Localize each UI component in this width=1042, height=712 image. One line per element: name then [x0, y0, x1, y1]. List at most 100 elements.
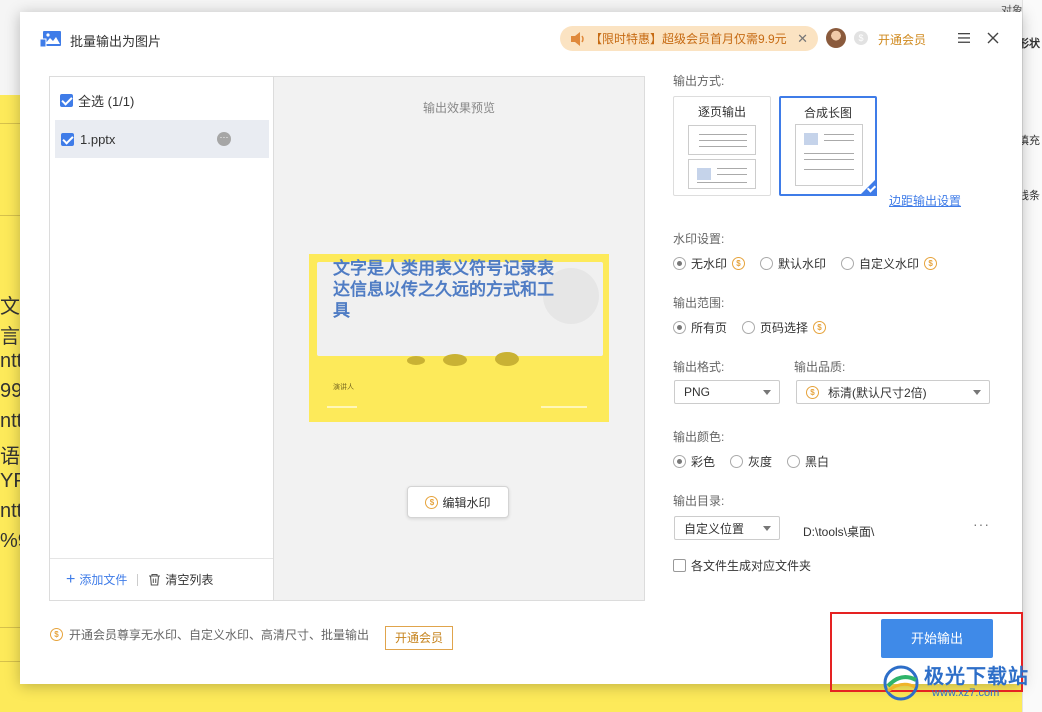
output-directory-label: 输出目录: [673, 494, 725, 508]
radio-page-selection[interactable]: 页码选择 $ [742, 319, 827, 336]
slide-decoration [495, 352, 519, 366]
vip-coin-icon: $ [813, 321, 827, 334]
vip-coin-icon: $ [732, 257, 746, 270]
color-options: 彩色 灰度 黑白 [673, 453, 844, 470]
vip-coin-icon: $ [425, 495, 439, 509]
doc-text: 语 [0, 446, 20, 468]
edit-watermark-label: 编辑水印 [442, 495, 491, 510]
long-image-thumb-icon [795, 124, 863, 186]
output-color-label: 输出颜色: [673, 430, 725, 444]
site-logo: 极光下载站 www.xz7.com [880, 660, 1038, 710]
edit-watermark-button[interactable]: $ 编辑水印 [407, 486, 509, 518]
chevron-down-icon [763, 390, 771, 395]
range-options: 所有页 页码选择 $ [673, 319, 841, 336]
footer-divider [137, 573, 139, 586]
mode-label: 合成长图 [803, 106, 852, 120]
batch-export-dialog: 批量输出为图片 【限时特惠】超级会员首月仅需9.9元 ✕ $ 开通会员 全选 (… [20, 12, 1022, 684]
format-select[interactable]: PNG [674, 380, 780, 404]
output-range-label: 输出范围: [673, 296, 725, 310]
subfolder-checkbox[interactable]: 各文件生成对应文件夹 [673, 557, 811, 574]
radio-label: 页码选择 [760, 321, 809, 335]
radio-icon [730, 455, 744, 468]
browse-more-icon[interactable]: ··· [973, 516, 990, 532]
preview-title: 输出效果预览 [422, 101, 495, 115]
promo-close-icon[interactable]: ✕ [797, 31, 808, 47]
subfolder-label: 各文件生成对应文件夹 [691, 559, 812, 573]
slide-decoration [327, 406, 357, 408]
page-thumb-icon [688, 159, 756, 189]
site-logo-url: www.xz7.com [932, 687, 1000, 699]
dialog-title: 批量输出为图片 [70, 34, 162, 49]
chevron-down-icon [973, 390, 981, 395]
quality-select-value: 标清(默认尺寸2倍) [828, 385, 927, 400]
checkbox-icon [673, 559, 686, 572]
doc-text: ntt [0, 410, 20, 432]
select-all-checkbox[interactable]: 全选 (1/1) [60, 91, 134, 110]
radio-no-watermark[interactable]: 无水印 $ [673, 255, 746, 272]
slide-title: 文字是人类用表义符号记录表达信息以传之久远的方式和工具 [333, 259, 554, 320]
select-all-check-icon [60, 94, 73, 107]
watermark-settings-label: 水印设置: [673, 232, 725, 246]
aurora-logo-icon [883, 665, 919, 701]
slide-decoration [541, 406, 587, 408]
radio-default-watermark[interactable]: 默认水印 [760, 255, 826, 272]
margin-settings-link[interactable]: 边距输出设置 [889, 192, 961, 209]
vip-note: $ 开通会员尊享无水印、自定义水印、高清尺寸、批量输出 [50, 626, 369, 643]
radio-color[interactable]: 彩色 [673, 453, 715, 470]
radio-custom-watermark[interactable]: 自定义水印 $ [841, 255, 938, 272]
radio-label: 自定义水印 [859, 257, 920, 271]
open-vip-button[interactable]: 开通会员 [385, 626, 453, 650]
menu-icon[interactable] [957, 31, 971, 45]
output-quality-label: 输出品质: [794, 360, 846, 374]
radio-icon [760, 257, 774, 270]
radio-icon [787, 455, 801, 468]
more-options-icon[interactable]: ··· [217, 132, 231, 146]
file-name: 1.pptx [80, 131, 116, 147]
doc-text: 言 [0, 326, 20, 348]
clear-list-label: 清空列表 [165, 573, 214, 587]
file-list-item[interactable]: 1.pptx ··· [55, 120, 269, 158]
file-list-panel: 全选 (1/1) 1.pptx ··· + 添加文件 清空列表 [49, 76, 273, 601]
doc-text: YP [0, 470, 20, 492]
radio-black-white[interactable]: 黑白 [787, 453, 829, 470]
radio-label: 无水印 [691, 257, 728, 271]
promo-banner[interactable]: 【限时特惠】超级会员首月仅需9.9元 ✕ [560, 26, 818, 51]
file-check-icon[interactable] [61, 132, 74, 146]
slide-decoration [407, 356, 425, 365]
chevron-down-icon [763, 526, 771, 531]
select-all-label: 全选 (1/1) [78, 94, 135, 109]
add-file-button[interactable]: + 添加文件 [66, 571, 127, 588]
doc-text: 99 [0, 380, 20, 402]
vip-note-text: 开通会员尊享无水印、自定义水印、高清尺寸、批量输出 [69, 628, 370, 642]
radio-grayscale[interactable]: 灰度 [730, 453, 772, 470]
file-list-footer: + 添加文件 清空列表 [50, 558, 273, 600]
radio-all-pages[interactable]: 所有页 [673, 319, 727, 336]
close-icon[interactable] [985, 30, 1001, 46]
slide-presenter-label: 演讲人 [333, 384, 354, 391]
quality-select[interactable]: $ 标清(默认尺寸2倍) [796, 380, 990, 404]
preview-panel: 输出效果预览 文字是人类用表义符号记录表达信息以传之久远的方式和工具 演讲人 $… [273, 76, 645, 601]
radio-icon [841, 257, 855, 270]
slide-preview: 文字是人类用表义符号记录表达信息以传之久远的方式和工具 演讲人 [309, 254, 609, 422]
radio-icon [742, 321, 756, 334]
slide-decoration [443, 354, 467, 366]
output-format-label: 输出格式: [673, 360, 725, 374]
vip-coin-icon: $ [924, 257, 938, 270]
trash-icon [149, 573, 161, 586]
vip-link[interactable]: 开通会员 [878, 31, 926, 48]
doc-text: ntt [0, 350, 20, 372]
mode-long-image-card[interactable]: 合成长图 [779, 96, 877, 196]
mode-per-page-card[interactable]: 逐页输出 [673, 96, 771, 196]
avatar[interactable] [826, 28, 846, 48]
background-right-panel [1022, 0, 1042, 712]
page-thumb-icon [688, 125, 756, 155]
vip-coin-icon: $ [854, 31, 868, 45]
clear-list-button[interactable]: 清空列表 [148, 571, 213, 588]
doc-text: 文 [0, 296, 20, 318]
radio-label: 默认水印 [778, 257, 827, 271]
radio-icon [673, 321, 686, 334]
directory-mode-value: 自定义位置 [684, 521, 745, 536]
directory-mode-select[interactable]: 自定义位置 [674, 516, 780, 540]
radio-icon [673, 257, 686, 270]
dialog-titlebar: 批量输出为图片 【限时特惠】超级会员首月仅需9.9元 ✕ $ 开通会员 [20, 12, 1022, 64]
